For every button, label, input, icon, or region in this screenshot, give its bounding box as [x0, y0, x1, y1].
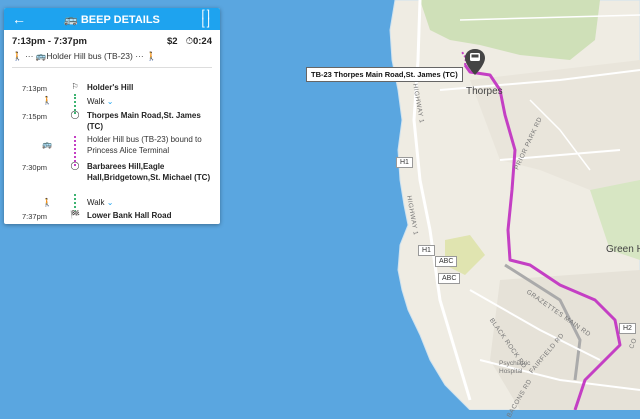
step-board-stop: Thorpes Main Road,St. James (TC): [87, 111, 201, 131]
poi-psychiatric-hospital: Psychiatric Hospital: [499, 360, 531, 375]
bus-stop-pin-icon[interactable]: [465, 49, 485, 75]
chevron-down-icon[interactable]: ⌄: [107, 97, 114, 106]
step-time: 7:30pm: [22, 163, 48, 172]
trip-summary: 7:13pm - 7:37pm $2 ⏱0:24 🚶 ··· 🚌Holder Hi…: [4, 30, 220, 68]
panel-title-text: BEEP DETAILS: [80, 13, 160, 26]
walk-icon: 🚶: [12, 51, 23, 61]
mode-summary-text: Holder Hill bus (TB-23): [46, 51, 133, 61]
walk-icon: 🚶: [146, 51, 157, 61]
highway-shield-h1-upper: H1: [396, 157, 413, 168]
walk-label: Walk: [87, 198, 105, 207]
highway-shield-h1-lower: H1: [418, 245, 435, 256]
circle-stop-icon: ◯: [70, 110, 80, 119]
step-destination: Lower Bank Hall Road: [87, 211, 172, 220]
step-time: 7:37pm: [22, 212, 48, 221]
arrow-left-icon[interactable]: ←: [12, 11, 26, 27]
beep-details-panel: ← 🚌 BEEP DETAILS ⌈⌉ ⌊⌋ 7:13pm - 7:37pm $2…: [4, 8, 220, 224]
bus-stop-tooltip: TB-23 Thorpes Main Road,St. James (TC): [306, 67, 463, 82]
step-time: 7:13pm: [22, 84, 48, 93]
highway-shield-abc-2: ABC: [438, 273, 461, 284]
panel-header: ← 🚌 BEEP DETAILS ⌈⌉ ⌊⌋: [4, 8, 220, 30]
checkered-flag-icon: 🏁: [70, 210, 80, 219]
town-label-thorpes: Thorpes: [466, 86, 503, 97]
divider: [12, 67, 212, 68]
panel-title: 🚌 BEEP DETAILS: [4, 13, 220, 26]
trip-duration: 0:24: [192, 36, 212, 47]
step-time: 7:15pm: [22, 112, 48, 121]
town-label-green-hill: Green Hi: [606, 244, 640, 255]
trip-time-range: 7:13pm - 7:37pm: [12, 36, 87, 47]
bus-icon: 🚌: [64, 13, 78, 26]
bus-ride-description: Holder Hill bus (TB-23) bound to Princes…: [87, 135, 202, 155]
mode-summary-row: 🚶 ··· 🚌Holder Hill bus (TB-23) ··· 🚶: [12, 51, 157, 61]
highway-shield-abc-1: ABC: [435, 256, 458, 267]
bus-icon: 🚌: [35, 51, 47, 61]
clock-icon: ⏱: [185, 36, 193, 47]
walk-step-2[interactable]: Walk ⌄: [87, 197, 113, 208]
highway-shield-h2: H2: [619, 323, 636, 334]
step-alight-stop: Barbarees Hill,Eagle Hall,Bridgetown,St.…: [87, 162, 211, 182]
trip-price: $2: [166, 36, 178, 47]
walk-label: Walk: [87, 97, 105, 106]
walk-step-1[interactable]: Walk ⌄: [87, 96, 113, 107]
walk-icon: 🚶: [42, 96, 52, 105]
flag-outline-icon: ⚐: [71, 82, 79, 91]
bus-icon: 🚌: [42, 140, 52, 149]
chevron-down-icon[interactable]: ⌄: [107, 198, 114, 207]
step-origin: Holder's Hill: [87, 83, 134, 92]
walk-icon: 🚶: [42, 198, 52, 207]
collapse-icon[interactable]: ⌈⌉ ⌊⌋: [201, 10, 210, 29]
circle-stop-icon: ◯: [70, 161, 80, 170]
